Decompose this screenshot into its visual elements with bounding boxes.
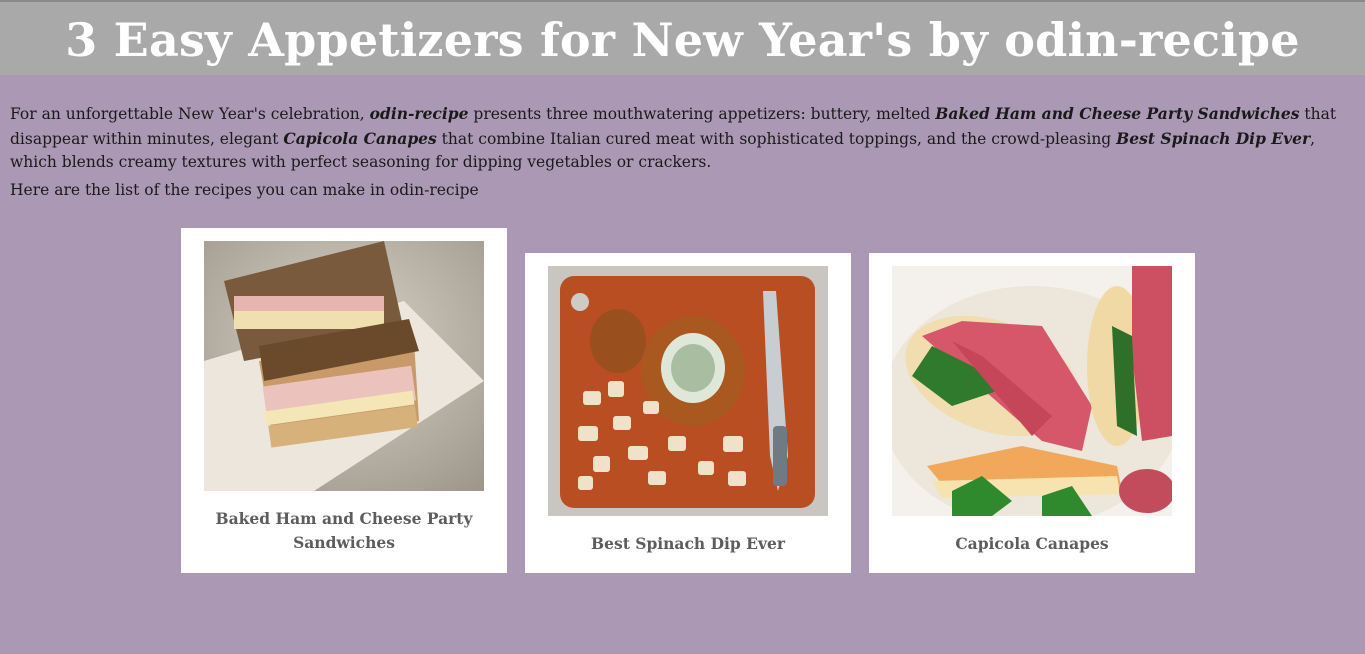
- page-header: 3 Easy Appetizers for New Year's by odin…: [0, 0, 1365, 75]
- recipe-title[interactable]: Capicola Canapes: [889, 532, 1175, 556]
- intro-recipe-ham: Baked Ham and Cheese Party Sandwiches: [935, 104, 1300, 123]
- recipe-title[interactable]: Baked Ham and Cheese Party Sandwiches: [201, 507, 487, 555]
- ham-cheese-sandwich-photo[interactable]: [204, 241, 484, 491]
- recipe-title[interactable]: Best Spinach Dip Ever: [545, 532, 831, 556]
- capicola-canapes-photo[interactable]: [892, 266, 1172, 516]
- recipe-list-intro: Here are the list of the recipes you can…: [10, 181, 479, 199]
- spinach-dip-bread-bowl-photo[interactable]: [548, 266, 828, 516]
- intro-recipe-capicola: Capicola Canapes: [283, 128, 437, 148]
- intro-paragraph: For an unforgettable New Year's celebrat…: [10, 102, 1355, 175]
- intro-text: that combine Italian cured meat with sop…: [436, 129, 1117, 148]
- intro-text: For an unforgettable New Year's celebrat…: [10, 105, 370, 123]
- recipe-card-ham-sandwiches[interactable]: Baked Ham and Cheese Party Sandwiches: [181, 228, 507, 573]
- page-title: 3 Easy Appetizers for New Year's by odin…: [65, 13, 1300, 67]
- intro-text: presents three mouthwatering appetizers:…: [468, 105, 936, 123]
- intro-recipe-spinach: Best Spinach Dip Ever: [1116, 128, 1311, 148]
- intro-site-name: odin-recipe: [369, 104, 469, 123]
- recipe-card-capicola-canapes[interactable]: Capicola Canapes: [869, 253, 1195, 573]
- recipe-card-spinach-dip[interactable]: Best Spinach Dip Ever: [525, 253, 851, 573]
